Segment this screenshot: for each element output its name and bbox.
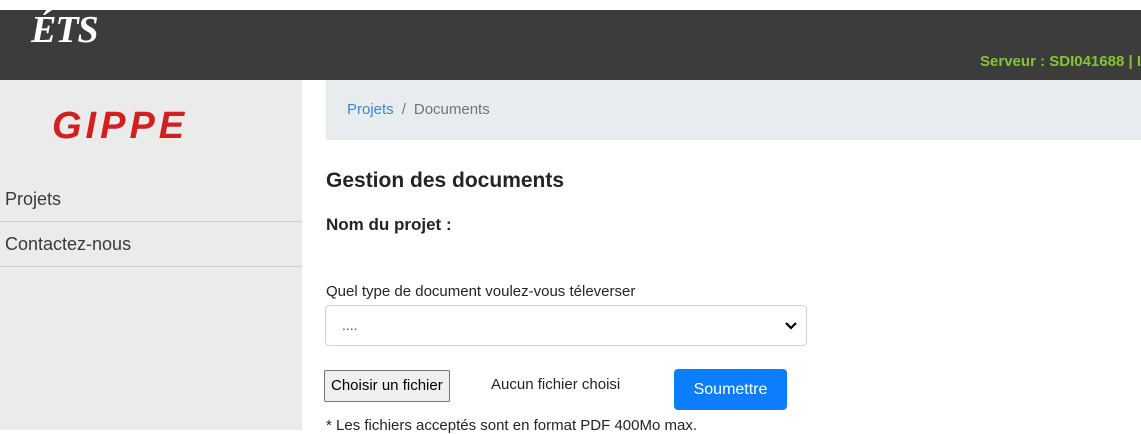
page-title: Gestion des documents <box>326 169 565 192</box>
ets-logo[interactable]: ÉTS <box>31 8 99 52</box>
document-type-label: Quel type de document voulez-vous téleve… <box>326 283 636 300</box>
top-header-bar: ÉTS Serveur : SDI041688 | I <box>0 8 1141 80</box>
document-type-selected-value: .... <box>342 317 358 333</box>
sidebar-item-contactez-nous[interactable]: Contactez-nous <box>0 222 302 267</box>
sidebar: GIPPE Projets Contactez-nous <box>0 80 302 430</box>
sidebar-item-projets[interactable]: Projets <box>0 177 302 222</box>
document-type-select[interactable]: .... <box>325 305 807 346</box>
breadcrumb-current: Documents <box>413 101 490 118</box>
server-info: Serveur : SDI041688 | I <box>980 53 1141 70</box>
file-status-text: Aucun fichier choisi <box>491 376 621 393</box>
accepted-files-note: * Les fichiers acceptés sont en format P… <box>326 417 697 434</box>
gippe-logo[interactable]: GIPPE <box>52 105 247 150</box>
breadcrumb: Projets / Documents <box>326 80 1141 140</box>
choose-file-button[interactable]: Choisir un fichier <box>324 370 450 402</box>
breadcrumb-link-projets[interactable]: Projets <box>347 101 394 118</box>
sidebar-item-label: Contactez-nous <box>5 234 132 254</box>
project-name-label: Nom du projet : <box>326 215 452 234</box>
sidebar-item-label: Projets <box>5 189 62 209</box>
breadcrumb-separator: / <box>401 101 406 118</box>
chevron-down-icon <box>784 307 798 359</box>
submit-button[interactable]: Soumettre <box>674 369 787 410</box>
svg-text:GIPPE: GIPPE <box>52 105 188 145</box>
